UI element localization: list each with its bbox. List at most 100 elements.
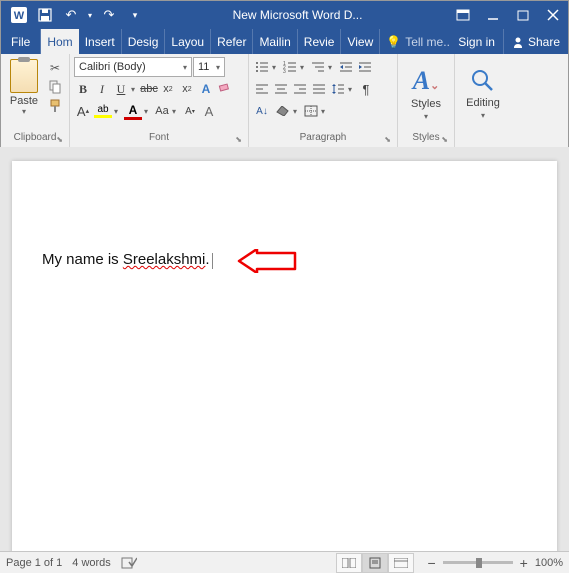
spell-check-icon[interactable] <box>121 556 137 570</box>
font-label: Font⬊ <box>74 131 244 147</box>
borders-dropdown[interactable]: ▾ <box>321 107 329 116</box>
bold-button[interactable]: B <box>74 79 92 99</box>
undo-icon[interactable]: ↶ <box>59 3 83 27</box>
show-marks-button[interactable]: ¶ <box>357 79 375 99</box>
borders-button[interactable] <box>302 101 320 121</box>
spacing-dropdown[interactable]: ▾ <box>348 85 356 94</box>
copy-icon[interactable] <box>47 79 63 95</box>
group-editing: Editing ▾ <box>455 54 511 147</box>
bullets-dropdown[interactable]: ▾ <box>272 63 280 72</box>
underline-button[interactable]: U <box>112 79 130 99</box>
multilevel-dropdown[interactable]: ▾ <box>328 63 336 72</box>
save-icon[interactable] <box>33 3 57 27</box>
change-case-button[interactable]: Aa <box>153 101 171 121</box>
decrease-indent-button[interactable] <box>337 57 355 77</box>
zoom-out-button[interactable]: − <box>424 555 438 571</box>
highlight-dropdown[interactable]: ▾ <box>114 107 122 116</box>
increase-indent-button[interactable] <box>356 57 374 77</box>
format-painter-icon[interactable] <box>47 98 63 114</box>
paste-button[interactable]: Paste ▾ <box>5 57 43 131</box>
highlight-button[interactable]: ab <box>93 104 113 118</box>
text-effects-alt-button[interactable]: A <box>200 101 218 121</box>
tab-design[interactable]: Desig <box>122 29 166 54</box>
align-right-button[interactable] <box>291 79 309 99</box>
styles-label: Styles⬊ <box>402 131 450 147</box>
tab-review[interactable]: Revie <box>298 29 342 54</box>
maximize-button[interactable] <box>508 1 538 29</box>
numbering-dropdown[interactable]: ▾ <box>300 63 308 72</box>
italic-button[interactable]: I <box>93 79 111 99</box>
zoom-slider[interactable] <box>443 561 513 564</box>
text-effects-button[interactable]: A <box>197 79 215 99</box>
share-button[interactable]: Share <box>503 29 568 54</box>
underline-dropdown[interactable]: ▾ <box>131 85 139 94</box>
bullets-button[interactable] <box>253 57 271 77</box>
ribbon-display-icon[interactable] <box>448 1 478 29</box>
font-name-combo[interactable]: Calibri (Body)▾ <box>74 57 192 77</box>
superscript-button[interactable]: x2 <box>178 79 196 99</box>
web-layout-button[interactable] <box>388 553 414 573</box>
sort-button[interactable]: A↓ <box>253 101 271 121</box>
styles-launcher[interactable]: ⬊ <box>441 133 448 147</box>
multilevel-list-button[interactable] <box>309 57 327 77</box>
text-cursor <box>212 253 213 269</box>
tab-references[interactable]: Refer <box>211 29 253 54</box>
shading-button[interactable] <box>272 106 292 116</box>
read-mode-button[interactable] <box>336 553 362 573</box>
document-area[interactable]: My name is Sreelakshmi. <box>0 147 569 551</box>
word-count[interactable]: 4 words <box>72 557 111 569</box>
line-spacing-button[interactable] <box>329 79 347 99</box>
redo-icon[interactable]: ↷ <box>97 3 121 27</box>
document-page[interactable]: My name is Sreelakshmi. <box>12 161 557 551</box>
tab-view[interactable]: View <box>341 29 380 54</box>
paragraph-launcher[interactable]: ⬊ <box>384 133 391 147</box>
tab-insert[interactable]: Insert <box>79 29 122 54</box>
font-color-button[interactable]: A <box>123 103 143 120</box>
shrink-font-button[interactable]: A▾ <box>181 101 199 121</box>
undo-dropdown[interactable]: ▾ <box>85 3 95 27</box>
minimize-button[interactable] <box>478 1 508 29</box>
grow-font-button[interactable]: A▴ <box>74 101 92 121</box>
clear-formatting-button[interactable] <box>216 79 234 99</box>
font-launcher[interactable]: ⬊ <box>235 133 242 147</box>
numbering-button[interactable]: 123 <box>281 57 299 77</box>
document-text[interactable]: My name is Sreelakshmi. <box>42 251 213 269</box>
paste-label: Paste <box>10 95 38 107</box>
tab-file[interactable]: File <box>1 29 41 54</box>
window-title: New Microsoft Word D... <box>147 8 448 22</box>
zoom-in-button[interactable]: + <box>517 555 531 571</box>
close-button[interactable] <box>538 1 568 29</box>
strikethrough-button[interactable]: abc <box>140 79 158 99</box>
paste-icon <box>10 59 38 93</box>
qat-dropdown[interactable]: ▾ <box>123 3 147 27</box>
group-styles: A⌄ Styles ▾ Styles⬊ <box>398 54 455 147</box>
font-size-combo[interactable]: 11▾ <box>193 57 225 77</box>
tab-home[interactable]: Hom <box>41 29 78 54</box>
misspelled-word[interactable]: Sreelakshmi <box>123 251 206 268</box>
align-center-button[interactable] <box>272 79 290 99</box>
tell-me-search[interactable]: 💡 Tell me... <box>380 29 450 54</box>
editing-button[interactable]: Editing ▾ <box>459 57 507 129</box>
align-left-button[interactable] <box>253 79 271 99</box>
sign-in-link[interactable]: Sign in <box>450 29 503 54</box>
group-clipboard: Paste ▾ ✂ Clipboard⬊ <box>1 54 70 147</box>
print-layout-button[interactable] <box>362 553 388 573</box>
subscript-button[interactable]: x2 <box>159 79 177 99</box>
justify-button[interactable] <box>310 79 328 99</box>
styles-btn-label: Styles <box>411 98 441 110</box>
word-icon[interactable]: W <box>7 3 31 27</box>
shading-dropdown[interactable]: ▾ <box>293 107 301 116</box>
case-dropdown[interactable]: ▾ <box>172 107 180 116</box>
page-indicator[interactable]: Page 1 of 1 <box>6 557 62 569</box>
font-color-dropdown[interactable]: ▾ <box>144 107 152 116</box>
styles-button[interactable]: A⌄ Styles ▾ <box>402 57 450 129</box>
lightbulb-icon: 💡 <box>386 35 401 49</box>
tab-mailings[interactable]: Mailin <box>253 29 297 54</box>
annotation-arrow-icon <box>237 249 297 273</box>
clipboard-launcher[interactable]: ⬊ <box>56 133 63 147</box>
zoom-level[interactable]: 100% <box>535 557 563 569</box>
tab-layout[interactable]: Layou <box>165 29 211 54</box>
cut-icon[interactable]: ✂ <box>47 60 63 76</box>
tell-me-placeholder: Tell me... <box>405 35 450 49</box>
paste-dropdown[interactable]: ▾ <box>22 107 26 116</box>
